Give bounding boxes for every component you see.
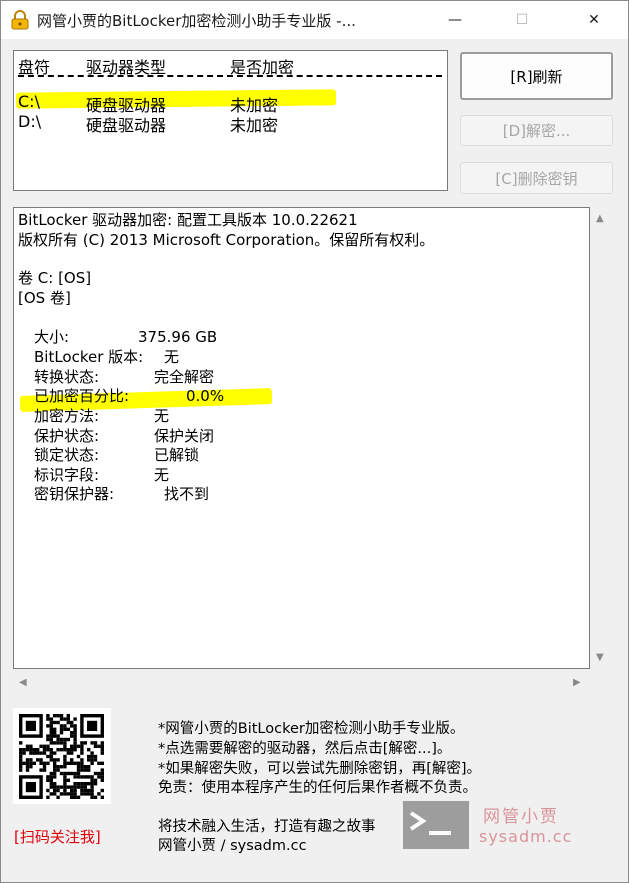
watermark-logo-icon — [403, 801, 469, 849]
decrypt-button[interactable]: [D]解密... — [460, 115, 613, 146]
drive-list[interactable]: 盘符 驱动器类型 是否加密 C:\ 硬盘驱动器 未加密 D:\ 硬盘驱动器 未加… — [13, 50, 448, 191]
drive-encrypted: 未加密 — [230, 116, 279, 135]
drive-type: 硬盘驱动器 — [86, 116, 167, 135]
window-title: 网管小贾的BitLocker加密检测小助手专业版 -... — [37, 12, 356, 30]
field-key: 已加密百分比: — [34, 387, 130, 405]
qr-code-image — [19, 714, 104, 799]
output-textarea[interactable]: BitLocker 驱动器加密: 配置工具版本 10.0.22621 版权所有 … — [13, 207, 590, 669]
field-value: 完全解密 — [154, 368, 215, 386]
delete-key-button[interactable]: [C]删除密钥 — [460, 162, 613, 194]
field-value: 保护关闭 — [154, 427, 215, 445]
drive-row-d[interactable]: D:\ 硬盘驱动器 未加密 — [14, 112, 447, 135]
field-value: 375.96 GB — [138, 328, 218, 346]
output-volume-label-line: [OS 卷] — [18, 289, 71, 307]
minimize-button[interactable]: — — [432, 1, 478, 39]
field-key: 锁定状态: — [34, 446, 100, 464]
drive-list-header: 盘符 驱动器类型 是否加密 — [14, 54, 447, 77]
output-volume-line: 卷 C: [OS] — [18, 269, 92, 287]
maximize-button[interactable]: ☐ — [499, 1, 545, 39]
field-value: 无 — [154, 407, 170, 425]
field-key: 密钥保护器: — [34, 485, 115, 503]
scroll-right-arrow-icon[interactable]: ▶ — [573, 677, 581, 688]
padlock-icon — [11, 10, 29, 30]
field-key: 转换状态: — [34, 368, 100, 386]
info-line: *如果解密失败，可以尝试先删除密钥，再[解密]。 — [158, 761, 482, 777]
qr-code — [13, 708, 111, 804]
info-line: *网管小贾的BitLocker加密检测小助手专业版。 — [158, 721, 465, 737]
scroll-left-arrow-icon[interactable]: ◀ — [19, 677, 27, 688]
field-value: 已解锁 — [154, 446, 200, 464]
close-button[interactable]: ✕ — [571, 1, 617, 39]
app-window: 网管小贾的BitLocker加密检测小助手专业版 -... — ☐ ✕ 盘符 驱… — [0, 0, 629, 883]
field-value: 无 — [164, 348, 180, 366]
field-value: 无 — [154, 466, 170, 484]
field-key: 保护状态: — [34, 427, 100, 445]
scroll-up-arrow-icon[interactable]: ▲ — [596, 213, 604, 224]
field-key: 标识字段: — [34, 466, 100, 484]
watermark-url: sysadm.cc — [479, 827, 573, 846]
drive-row-c[interactable]: C:\ 硬盘驱动器 未加密 — [14, 92, 447, 115]
drive-letter: C:\ — [18, 92, 40, 111]
refresh-button[interactable]: [R]刷新 — [460, 52, 613, 100]
title-bar[interactable]: 网管小贾的BitLocker加密检测小助手专业版 -... — ☐ ✕ — [1, 1, 628, 39]
field-key: BitLocker 版本: — [34, 348, 144, 366]
author-text: 网管小贾 / sysadm.cc — [158, 838, 307, 854]
field-value: 找不到 — [164, 485, 210, 503]
scan-follow-label: [扫码关注我] — [14, 828, 101, 846]
field-value: 0.0% — [186, 387, 225, 405]
scroll-down-arrow-icon[interactable]: ▼ — [596, 652, 604, 663]
disclaimer-line: 免责：使用本程序产生的任何后果作者概不负责。 — [158, 780, 477, 796]
output-copyright-line: 版权所有 (C) 2013 Microsoft Corporation。保留所有… — [18, 231, 435, 249]
slogan-text: 将技术融入生活，打造有趣之故事 — [158, 819, 376, 835]
info-line: *点选需要解密的驱动器，然后点击[解密...]。 — [158, 741, 452, 757]
drive-letter: D:\ — [18, 112, 42, 131]
field-key: 大小: — [34, 328, 70, 346]
field-key: 加密方法: — [34, 407, 100, 425]
header-separator — [18, 75, 442, 77]
watermark-text: 网管小贾 — [483, 807, 559, 827]
output-header-line: BitLocker 驱动器加密: 配置工具版本 10.0.22621 — [18, 211, 358, 229]
